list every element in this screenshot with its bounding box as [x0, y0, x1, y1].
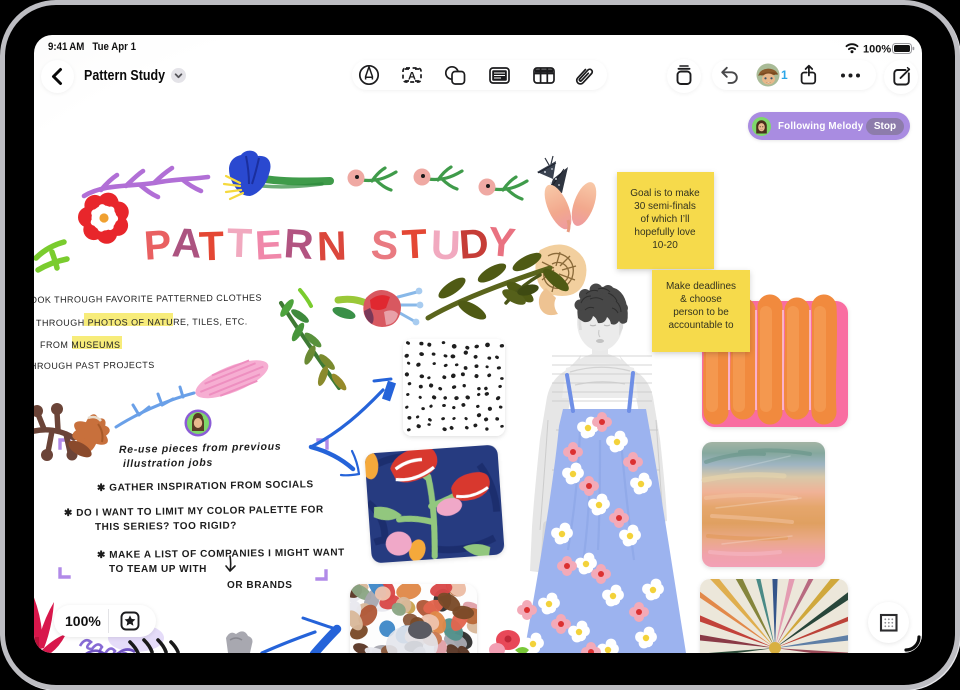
svg-text:hopefully love: hopefully love	[634, 227, 696, 238]
svg-text:✱ DO I WANT TO LIMIT MY COLOR: ✱ DO I WANT TO LIMIT MY COLOR PALETTE FO…	[64, 504, 324, 519]
svg-text:P: P	[142, 221, 173, 269]
svg-text:N: N	[316, 222, 347, 269]
svg-text:THIS SERIES? TOO RIGID?: THIS SERIES? TOO RIGID?	[95, 521, 237, 533]
svg-text:U: U	[430, 222, 461, 269]
svg-text:Re-use pieces from previous: Re-use pieces from previous	[119, 441, 282, 456]
svg-text:accountable to: accountable to	[668, 320, 733, 331]
svg-text:30 semi-finals: 30 semi-finals	[634, 201, 696, 212]
svg-text:10-20: 10-20	[652, 240, 678, 251]
svg-text:OR BRANDS: OR BRANDS	[227, 580, 293, 591]
svg-text:HROUGH PAST PROJECTS: HROUGH PAST PROJECTS	[34, 360, 155, 371]
svg-text:of which I’ll: of which I’ll	[641, 214, 690, 225]
svg-text:Make deadlines: Make deadlines	[666, 281, 736, 292]
svg-text:T: T	[198, 223, 225, 270]
svg-text:E: E	[254, 221, 284, 268]
svg-text:100%: 100%	[863, 44, 891, 56]
svg-text:FROM MUSEUMS: FROM MUSEUMS	[40, 340, 120, 350]
svg-text:T: T	[226, 220, 253, 267]
svg-text:person to be: person to be	[673, 307, 729, 318]
svg-text:✱ GATHER INSPIRATION FROM SOCI: ✱ GATHER INSPIRATION FROM SOCIALS	[97, 479, 314, 494]
svg-text:S: S	[370, 221, 400, 268]
svg-text:TO TEAM UP WITH: TO TEAM UP WITH	[109, 564, 207, 575]
svg-text:THROUGH PHOTOS OF NATURE, TILE: THROUGH PHOTOS OF NATURE, TILES, ETC.	[36, 317, 248, 328]
svg-text:A: A	[408, 71, 416, 83]
svg-text:T: T	[401, 220, 428, 267]
svg-text:illustration jobs: illustration jobs	[123, 457, 213, 470]
svg-text:D: D	[457, 220, 490, 268]
svg-text:OOK THROUGH FAVORITE PATTERNED: OOK THROUGH FAVORITE PATTERNED CLOTHES	[34, 293, 262, 305]
svg-text:✱ MAKE A LIST OF COMPANIES I M: ✱ MAKE A LIST OF COMPANIES I MIGHT WANT	[97, 547, 345, 561]
svg-text:Goal is to make: Goal is to make	[630, 188, 700, 199]
svg-text:& choose: & choose	[680, 294, 722, 305]
svg-text:R: R	[282, 220, 315, 268]
svg-text:Y: Y	[486, 218, 517, 266]
